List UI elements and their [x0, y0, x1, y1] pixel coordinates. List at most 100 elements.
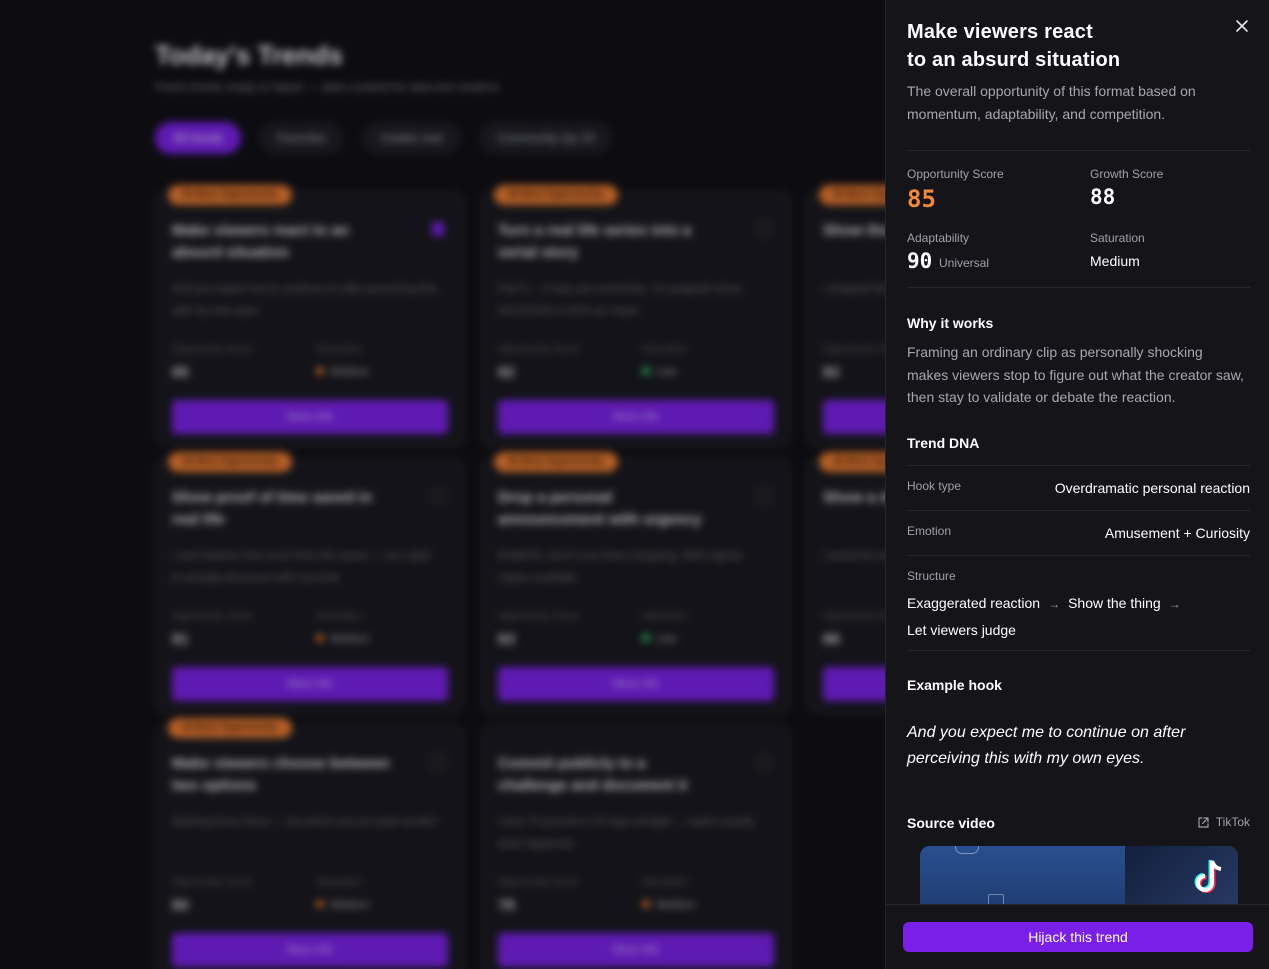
card-score-label: Opportunity Score	[498, 877, 579, 888]
more-info-button[interactable]: More info	[823, 400, 885, 434]
more-info-button[interactable]: More info	[498, 667, 774, 701]
arrow-right-icon: →	[1048, 597, 1061, 611]
card-saturation-label: Saturation	[316, 611, 362, 622]
card-score: 85	[172, 364, 189, 381]
card-saturation-label: Saturation	[316, 877, 362, 888]
divider	[907, 555, 1250, 556]
divider	[907, 510, 1250, 511]
bookmark-icon[interactable]	[758, 489, 770, 503]
opportunity-badge: 30 Best Opportunity	[494, 185, 618, 205]
card-saturation: Medium	[316, 633, 369, 645]
tiktok-icon	[1194, 860, 1222, 893]
card-saturation: Medium	[316, 899, 369, 911]
card-title: Drop a personal announcement with urgenc…	[498, 489, 702, 528]
adaptability-label: Adaptability	[907, 231, 970, 245]
close-icon[interactable]	[1234, 18, 1250, 34]
card-score-label: Opportunity Score	[172, 877, 253, 888]
more-info-button[interactable]: More info	[172, 400, 448, 434]
card-saturation: Medium	[316, 366, 369, 378]
opportunity-badge: 30 Best Opportunity	[168, 718, 292, 738]
card-description: EVBESS, Don't Love them shopping. 5000 s…	[498, 550, 742, 584]
adaptability-value: 90	[907, 249, 933, 273]
card-description: I would be meaning the	[823, 550, 885, 562]
why-it-works-heading: Why it works	[907, 315, 994, 331]
filter-usable[interactable]: Usable now	[362, 122, 462, 154]
hook-type-label: Hook type	[907, 479, 962, 493]
structure-label: Structure	[907, 569, 956, 583]
hook-type-value: Overdramatic personal reaction	[1054, 480, 1250, 496]
card-description: I can't believe how much time this saves…	[172, 550, 431, 584]
filter-community[interactable]: Community top 10	[479, 122, 613, 154]
source-video-thumbnail[interactable]	[920, 846, 1238, 904]
card-saturation: Medium	[642, 899, 695, 911]
card-saturation-label: Saturation	[642, 344, 688, 355]
trend-card[interactable]: Commit publicly to a challenge and docum…	[481, 724, 791, 969]
trend-card[interactable]: 30 Best Opportunity Make viewers react to…	[155, 185, 465, 447]
bookmark-icon[interactable]	[758, 755, 770, 769]
more-info-button[interactable]: More info	[172, 667, 448, 701]
bookmark-icon[interactable]	[432, 489, 444, 503]
more-info-button[interactable]: More info	[498, 400, 774, 434]
trend-dna-heading: Trend DNA	[907, 435, 980, 451]
example-hook-text: And you expect me to continue on after p…	[907, 724, 1186, 767]
bookmark-icon[interactable]	[758, 222, 770, 236]
filter-bar: All trends Favorites Usable now Communit…	[155, 122, 613, 154]
opportunity-badge: 30 Best Opportunity	[168, 452, 292, 472]
filter-favorites[interactable]: Favorites	[259, 122, 345, 154]
card-title: Show the process the people	[823, 222, 885, 239]
card-score-label: Opportunity Score	[172, 611, 253, 622]
emotion-label: Emotion	[907, 524, 952, 538]
more-info-button[interactable]: More info	[172, 933, 448, 967]
trend-card[interactable]: 30 Best Opportunity Show proof of time sa…	[155, 452, 465, 714]
saturation-value: Medium	[1090, 253, 1140, 269]
bookmark-icon[interactable]	[432, 222, 444, 236]
saturation-label: Saturation	[1090, 231, 1145, 245]
bookmark-icon[interactable]	[432, 755, 444, 769]
structure-steps: Exaggerated reaction → Show the thing → Let…	[907, 590, 1247, 643]
card-saturation: Low	[642, 633, 676, 645]
source-platform: TikTok	[1215, 815, 1250, 829]
card-saturation-label: Saturation	[642, 877, 688, 888]
trend-detail-panel: Make viewers react to an absurd situatio…	[885, 0, 1269, 969]
card-saturation-label: Saturation	[642, 611, 688, 622]
external-link-icon	[1198, 816, 1209, 828]
growth-score-label: Growth Score	[1090, 167, 1164, 181]
why-it-works-text: Framing an ordinary clip as personally s…	[907, 344, 1244, 405]
panel-scroll-area[interactable]: Make viewers react to an absurd situatio…	[886, 0, 1269, 904]
card-score-label: Opportunity Score	[823, 344, 885, 355]
trend-card[interactable]: 30 Best Opportunity Drop a personal annou…	[481, 452, 791, 714]
structure-step: Show the thing	[1068, 595, 1161, 611]
card-title: Show proof of time saved in real life	[172, 489, 373, 528]
page-subtitle: Fresh trends ready to hijack — data cura…	[155, 80, 500, 94]
more-info-button[interactable]: More info	[823, 667, 885, 701]
opportunity-badge: 30 Best Opportunity	[494, 452, 618, 472]
trends-background: Today's Trends Fresh trends ready to hij…	[0, 0, 885, 969]
card-score-label: Opportunity Score	[498, 611, 579, 622]
hijack-trend-button[interactable]: Hijack this trend	[903, 922, 1253, 952]
divider	[907, 465, 1250, 466]
card-title: Make viewers react to an absurd situatio…	[172, 222, 349, 261]
panel-title-line-1: Make viewers react	[907, 21, 1093, 43]
card-score-label: Opportunity Score	[172, 344, 253, 355]
trend-card[interactable]: 30 Best Opportunity Turn a real life seri…	[481, 185, 791, 447]
page-title: Today's Trends	[155, 40, 343, 70]
trend-card[interactable]: 30 Best Opportunity Make viewers choose b…	[155, 718, 465, 969]
card-title: Show a drop and	[823, 489, 885, 506]
card-description: Part 5 — it was you remember. I'm pregna…	[498, 283, 742, 317]
example-hook-heading: Example hook	[907, 677, 1002, 693]
card-title: Turn a real life series into a serial st…	[498, 222, 692, 261]
trend-card[interactable]: 30 Best Opportunity Show a drop and I woul…	[806, 452, 885, 714]
card-score: 81	[172, 631, 189, 648]
card-score: 82	[498, 364, 515, 381]
source-link[interactable]: TikTok	[1197, 815, 1250, 829]
card-description: And you expect me to continue on after p…	[172, 283, 437, 317]
trend-card[interactable]: 30 Best Opportunity Show the process the …	[806, 185, 885, 447]
more-info-button[interactable]: More info	[498, 933, 774, 967]
structure-step: Exaggerated reaction	[907, 595, 1041, 611]
card-saturation: Low	[642, 366, 676, 378]
card-description: I love 75 pounds in 25 days straight — w…	[498, 816, 755, 850]
card-description: I dropped this dream — and	[823, 283, 885, 295]
card-score: 82	[823, 364, 840, 381]
filter-all[interactable]: All trends	[155, 122, 242, 154]
card-title: Commit publicly to a challenge and docum…	[498, 755, 688, 794]
